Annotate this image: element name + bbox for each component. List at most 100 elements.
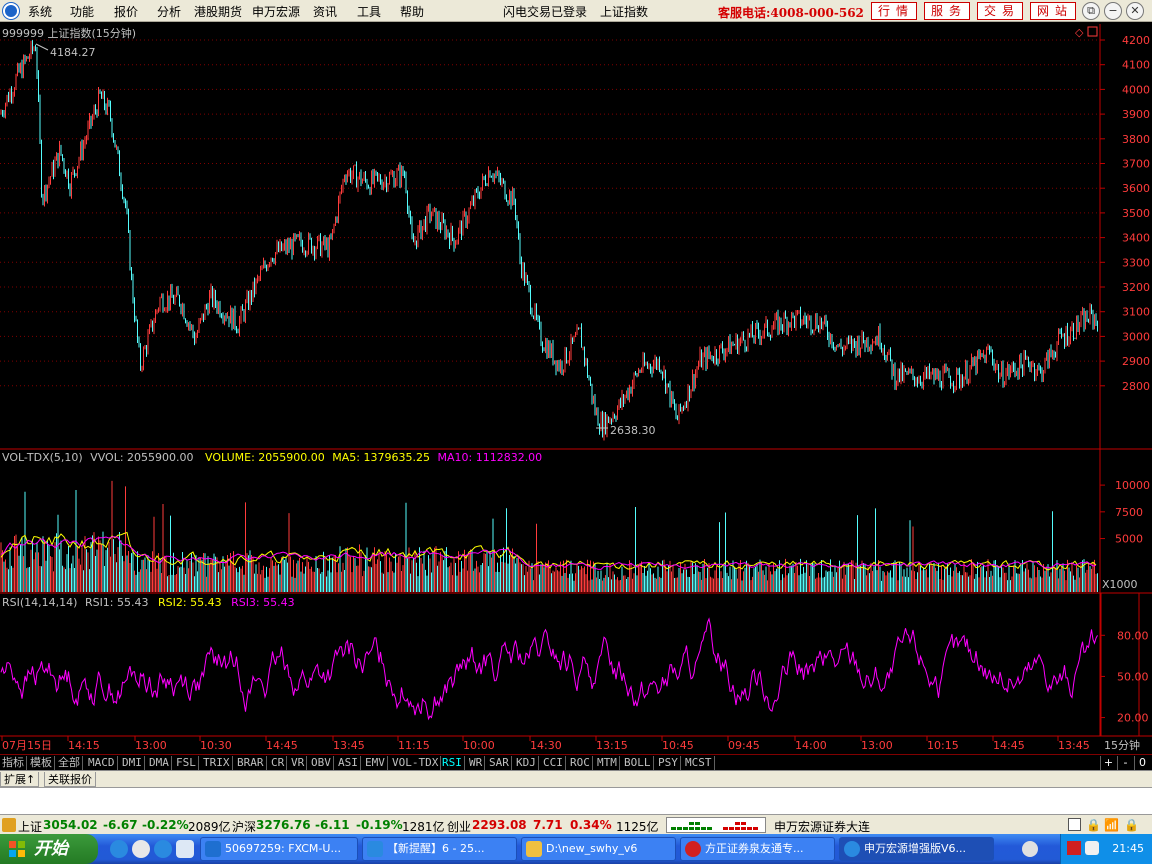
menu-item-quote[interactable]: 报价 bbox=[114, 3, 138, 20]
price-tick-label: 3500 bbox=[1122, 207, 1150, 220]
price-tick-label: 3200 bbox=[1122, 281, 1150, 294]
task-founder[interactable]: 方正证券泉友通专... bbox=[680, 837, 835, 861]
high-price-label: 4184.27 bbox=[50, 46, 96, 59]
task-label: 方正证券泉友通专... bbox=[705, 842, 804, 855]
lock2-icon[interactable]: 🔒 bbox=[1124, 818, 1139, 832]
time-tick-label: 09:45 bbox=[728, 739, 760, 752]
price-tick-label: 4200 bbox=[1122, 34, 1150, 47]
tab-fsl[interactable]: FSL bbox=[174, 756, 199, 770]
tab-brar[interactable]: BRAR bbox=[235, 756, 267, 770]
tray-flag-icon[interactable] bbox=[1067, 841, 1081, 855]
volume-tick-label: 10000 bbox=[1115, 479, 1150, 492]
tab-rsi[interactable]: RSI bbox=[440, 756, 465, 770]
tab-expand[interactable]: 扩展↑ bbox=[0, 772, 40, 787]
tab-psy[interactable]: PSY bbox=[656, 756, 681, 770]
desktop-icon[interactable] bbox=[176, 840, 194, 858]
price-axis: 4200 4100 4000 3900 3800 3700 3600 3500 3400 3300… bbox=[1100, 34, 1150, 393]
market-button[interactable]: 行情 bbox=[871, 2, 917, 20]
clock[interactable]: 21:45 bbox=[1112, 842, 1144, 855]
menu-item-hk-futures[interactable]: 港股期货 bbox=[194, 3, 242, 20]
ie-icon[interactable] bbox=[110, 840, 128, 858]
trade-button[interactable]: 交易 bbox=[977, 2, 1023, 20]
ie2-icon[interactable] bbox=[154, 840, 172, 858]
tab-obv[interactable]: OBV bbox=[309, 756, 334, 770]
tab-dma[interactable]: DMA bbox=[147, 756, 172, 770]
app-logo-icon bbox=[3, 3, 19, 19]
reset-button[interactable]: 0 bbox=[1134, 756, 1150, 770]
time-tick-label: 11:15 bbox=[398, 739, 430, 752]
task-folder[interactable]: D:\new_swhy_v6 bbox=[521, 837, 676, 861]
service-button[interactable]: 服务 bbox=[924, 2, 970, 20]
vvol-value: VVOL: 2055900.00 bbox=[90, 451, 193, 464]
time-tick-label: 13:45 bbox=[1058, 739, 1090, 752]
sh-amount: 2089亿 bbox=[188, 820, 231, 834]
tab-wr[interactable]: WR bbox=[467, 756, 486, 770]
cy-amount: 1125亿 bbox=[616, 820, 659, 834]
cy-value: 2293.08 bbox=[472, 818, 527, 832]
menu-item-tools[interactable]: 工具 bbox=[357, 3, 381, 20]
price-series[interactable] bbox=[0, 40, 1098, 441]
chart-frame bbox=[0, 24, 1152, 737]
tab-asi[interactable]: ASI bbox=[336, 756, 361, 770]
tab-mtm[interactable]: MTM bbox=[595, 756, 620, 770]
sh-label: 上证 bbox=[18, 820, 43, 834]
menu-item-help[interactable]: 帮助 bbox=[400, 3, 424, 20]
volume-panel-header: VOL-TDX(5,10) VVOL: 2055900.00 VOLUME: 2… bbox=[2, 451, 542, 464]
task-swhy[interactable]: 申万宏源增强版V6... bbox=[839, 837, 994, 861]
tab-模板[interactable]: 模板 bbox=[28, 756, 55, 770]
volume-axis: 10000 7500 5000 bbox=[1100, 479, 1150, 546]
tab-vr[interactable]: VR bbox=[289, 756, 308, 770]
start-button[interactable]: 开始 bbox=[0, 834, 98, 864]
tab-sar[interactable]: SAR bbox=[487, 756, 512, 770]
zoom-out-button[interactable]: - bbox=[1117, 756, 1133, 770]
tab-boll[interactable]: BOLL bbox=[622, 756, 654, 770]
task-fxcm[interactable]: 50697259: FXCM-U... bbox=[200, 837, 358, 861]
close-icon[interactable]: ✕ bbox=[1126, 2, 1144, 20]
lock-icon[interactable]: 🔒 bbox=[1086, 818, 1101, 832]
menu-item-analysis[interactable]: 分析 bbox=[157, 3, 181, 20]
kline-chart[interactable]: 4200 4100 4000 3900 3800 3700 3600 3500 3400 3300… bbox=[0, 22, 1152, 754]
rsi-axis: 80.00 50.00 20.00 bbox=[1100, 629, 1149, 725]
menu-item-function[interactable]: 功能 bbox=[70, 3, 94, 20]
menu-item-swhy[interactable]: 申万宏源 bbox=[252, 3, 300, 20]
restore-icon[interactable]: ⧉ bbox=[1082, 2, 1100, 20]
tab-kdj[interactable]: KDJ bbox=[514, 756, 539, 770]
time-tick-label: 10:00 bbox=[463, 739, 495, 752]
rsi-lines[interactable] bbox=[0, 617, 1098, 721]
diamond-icon[interactable]: ◇ bbox=[1075, 26, 1084, 39]
tab-cr[interactable]: CR bbox=[269, 756, 288, 770]
volume-bars[interactable] bbox=[0, 480, 1098, 592]
tab-指标[interactable]: 指标 bbox=[0, 756, 27, 770]
task-reminder[interactable]: 【新提醒】6 - 25... bbox=[362, 837, 517, 861]
status-bar: 上证 3054.02 -6.67 -0.22% 2089亿 沪深 3276.76… bbox=[0, 814, 1152, 834]
menu-item-news[interactable]: 资讯 bbox=[313, 3, 337, 20]
sh-change: -6.67 bbox=[103, 818, 138, 832]
high-pointer-icon bbox=[35, 43, 49, 51]
system-tray: 21:45 bbox=[1060, 834, 1152, 864]
tab-macd[interactable]: MACD bbox=[86, 756, 118, 770]
tab-related-quotes[interactable]: 关联报价 bbox=[44, 772, 96, 787]
chart-area[interactable]: 4200 4100 4000 3900 3800 3700 3600 3500 3400 3300… bbox=[0, 22, 1152, 754]
price-tick-label: 3000 bbox=[1122, 330, 1150, 343]
minimize-icon[interactable]: − bbox=[1104, 2, 1122, 20]
tab-trix[interactable]: TRIX bbox=[201, 756, 233, 770]
zoom-in-button[interactable]: + bbox=[1100, 756, 1116, 770]
period-label[interactable]: 15分钟 bbox=[1104, 738, 1140, 752]
panel-expand-icon[interactable] bbox=[1087, 26, 1098, 37]
shield-icon[interactable] bbox=[1085, 841, 1099, 855]
menu-item-system[interactable]: 系统 bbox=[28, 3, 52, 20]
tab-dmi[interactable]: DMI bbox=[120, 756, 145, 770]
tab-mcst[interactable]: MCST bbox=[683, 756, 715, 770]
tray-arrow-icon[interactable] bbox=[1022, 841, 1038, 857]
tab-emv[interactable]: EMV bbox=[363, 756, 388, 770]
tab-roc[interactable]: ROC bbox=[568, 756, 593, 770]
folder-icon bbox=[526, 841, 542, 857]
tab-全部[interactable]: 全部 bbox=[56, 756, 83, 770]
tab-cci[interactable]: CCI bbox=[541, 756, 566, 770]
signal-icon[interactable]: 📶 bbox=[1104, 818, 1119, 832]
tab-vol-tdx[interactable]: VOL-TDX bbox=[390, 756, 442, 770]
window-icon[interactable] bbox=[1068, 818, 1081, 831]
login-status: 闪电交易已登录 bbox=[503, 5, 588, 19]
website-button[interactable]: 网站 bbox=[1030, 2, 1076, 20]
browser-icon[interactable] bbox=[132, 840, 150, 858]
